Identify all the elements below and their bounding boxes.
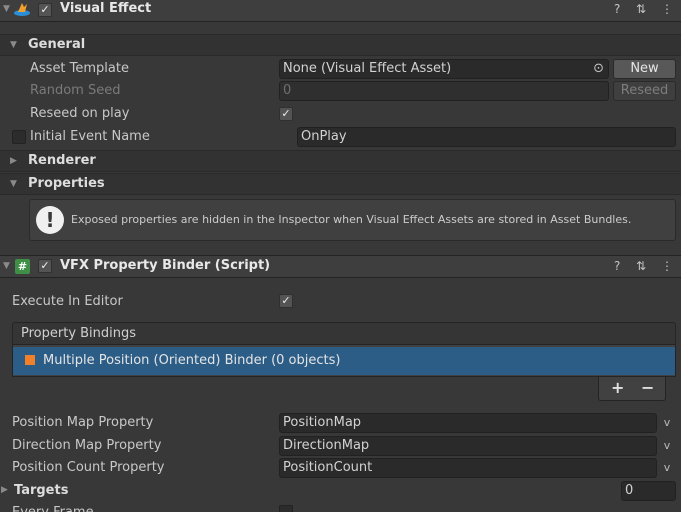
position-count-property-label: Position Count Property (12, 460, 165, 475)
direction-map-dropdown-icon[interactable]: v (658, 436, 676, 456)
script-hash-icon: # (15, 259, 30, 274)
help-icon[interactable]: ? (614, 0, 620, 20)
asset-template-field[interactable]: None (Visual Effect Asset) ⊙ (279, 59, 609, 79)
asset-template-label: Asset Template (30, 61, 129, 76)
help-icon[interactable]: ? (614, 255, 620, 277)
direction-map-property-field[interactable]: DirectionMap (279, 436, 657, 456)
vfx-binder-header[interactable]: ▼ # ✓ VFX Property Binder (Script) ? ⇅ ⋮ (0, 255, 681, 278)
fold-arrow-icon[interactable]: ▼ (3, 0, 10, 20)
remove-binding-button[interactable]: − (641, 378, 654, 397)
visual-effect-header[interactable]: ▼ ✓ Visual Effect ? ⇅ ⋮ (0, 0, 681, 22)
position-count-dropdown-icon[interactable]: v (658, 458, 676, 478)
vfx-binder-title: VFX Property Binder (Script) (60, 258, 271, 273)
property-bindings-title: Property Bindings (21, 326, 137, 341)
vfx-binder-enabled-checkbox[interactable]: ✓ (38, 259, 52, 273)
execute-in-editor-checkbox[interactable]: ✓ (279, 294, 293, 308)
position-map-property-label: Position Map Property (12, 415, 154, 430)
position-map-property-field[interactable]: PositionMap (279, 413, 657, 433)
menu-icon[interactable]: ⋮ (661, 255, 673, 277)
list-item[interactable]: Multiple Position (Oriented) Binder (0 o… (13, 347, 675, 375)
every-frame-checkbox[interactable] (279, 505, 293, 512)
fold-arrow-right-icon[interactable]: ▶ (10, 150, 17, 172)
initial-event-name-field[interactable]: OnPlay (297, 127, 676, 147)
visual-effect-title: Visual Effect (60, 1, 152, 16)
warning-icon: ! (36, 206, 64, 234)
object-picker-target-icon[interactable]: ⊙ (593, 60, 604, 78)
reseed-button: Reseed (613, 81, 676, 101)
presets-icon[interactable]: ⇅ (636, 255, 646, 277)
fold-arrow-icon[interactable]: ▼ (10, 34, 17, 56)
direction-map-property-label: Direction Map Property (12, 438, 162, 453)
menu-icon[interactable]: ⋮ (661, 0, 673, 20)
fold-arrow-right-icon[interactable]: ▶ (1, 479, 8, 501)
initial-event-name-label: Initial Event Name (30, 129, 150, 144)
new-asset-button[interactable]: New (613, 59, 676, 79)
visual-effect-enabled-checkbox[interactable]: ✓ (38, 3, 52, 17)
general-section-title: General (28, 37, 86, 52)
fold-arrow-icon[interactable]: ▼ (3, 255, 10, 277)
renderer-section-header[interactable]: ▶ Renderer (0, 150, 681, 172)
asset-bundle-help-box: ! Exposed properties are hidden in the I… (29, 199, 676, 241)
list-item-label: Multiple Position (Oriented) Binder (0 o… (43, 353, 341, 368)
random-seed-field: 0 (279, 81, 609, 101)
reseed-on-play-checkbox[interactable]: ✓ (279, 107, 293, 121)
asset-template-value: None (Visual Effect Asset) (283, 61, 452, 76)
initial-event-name-checkbox[interactable] (12, 130, 26, 144)
random-seed-label: Random Seed (30, 83, 121, 98)
targets-label[interactable]: Targets (14, 480, 68, 502)
list-footer: + − (598, 377, 666, 401)
general-section-header[interactable]: ▼ General (0, 34, 681, 56)
every-frame-label: Every Frame (12, 503, 94, 512)
binder-color-icon (25, 355, 35, 365)
help-message: Exposed properties are hidden in the Ins… (71, 213, 632, 226)
add-binding-button[interactable]: + (611, 378, 624, 397)
property-bindings-header: Property Bindings (12, 322, 676, 345)
reseed-on-play-label: Reseed on play (30, 106, 130, 121)
visual-effect-component-icon (13, 2, 31, 18)
position-count-property-field[interactable]: PositionCount (279, 458, 657, 478)
property-bindings-list: Multiple Position (Oriented) Binder (0 o… (12, 345, 676, 377)
presets-icon[interactable]: ⇅ (636, 0, 646, 20)
renderer-section-title: Renderer (28, 153, 96, 168)
fold-arrow-icon[interactable]: ▼ (10, 173, 17, 195)
execute-in-editor-label: Execute In Editor (12, 294, 123, 309)
properties-section-header[interactable]: ▼ Properties (0, 173, 681, 195)
targets-count-field[interactable]: 0 (621, 481, 676, 501)
properties-section-title: Properties (28, 176, 105, 191)
position-map-dropdown-icon[interactable]: v (658, 413, 676, 433)
